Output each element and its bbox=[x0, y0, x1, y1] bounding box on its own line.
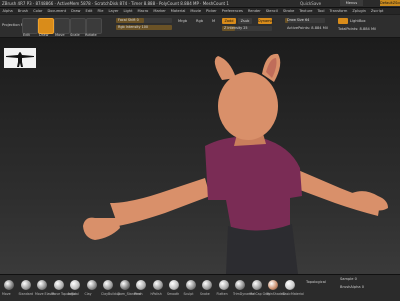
brush-clay-icon[interactable] bbox=[86, 280, 97, 290]
menu-item-alpha[interactable]: Alpha bbox=[0, 9, 15, 13]
title-bar: ZBrush 4R7 P3 · 8748866 · ActiveMem 5878… bbox=[0, 0, 400, 8]
menu-item-preferences[interactable]: Preferences bbox=[219, 9, 245, 13]
brush-hpolish-icon[interactable] bbox=[152, 280, 163, 290]
brush-snake-icon[interactable] bbox=[202, 280, 212, 290]
scale-button[interactable] bbox=[70, 18, 86, 34]
menu-bar: Alpha Brush Color Document Draw Edit File Layer… bbox=[0, 8, 400, 14]
menu-item-layer[interactable]: Layer bbox=[106, 9, 121, 13]
total-points-readout: TotalPoints: 8.884 Mil bbox=[338, 27, 377, 31]
focal-shift-slider[interactable]: Focal Shift 0 bbox=[116, 18, 172, 23]
character-model bbox=[83, 53, 388, 274]
brush-claybuildup-icon[interactable] bbox=[103, 280, 113, 290]
draw-label: Draw bbox=[39, 33, 49, 37]
quicksave-button[interactable]: QuickSave bbox=[300, 0, 321, 7]
topological-label[interactable]: Topological bbox=[306, 280, 326, 284]
left-hand bbox=[83, 217, 120, 240]
head bbox=[218, 72, 278, 140]
tool-shelf: Projection Master Edit Draw Move Scale R… bbox=[0, 15, 400, 38]
left-arm bbox=[110, 178, 210, 226]
brush-dam-standard-icon[interactable] bbox=[119, 280, 130, 290]
menu-item-file[interactable]: File bbox=[95, 9, 106, 13]
canvas-viewport[interactable] bbox=[0, 38, 400, 274]
zsub-button[interactable]: Zsub bbox=[238, 18, 252, 24]
brush-label: Clay bbox=[84, 292, 92, 296]
menu-item-stencil[interactable]: Stencil bbox=[263, 9, 280, 13]
brush-label: Smooth bbox=[167, 292, 180, 296]
edit-label: Edit bbox=[23, 33, 30, 37]
brush-label: Pinch bbox=[134, 292, 143, 296]
scale-label: Scale bbox=[70, 33, 80, 37]
left-ear bbox=[214, 56, 236, 80]
brush-label: Sculpt bbox=[183, 292, 194, 296]
default-zscript-button[interactable]: DefaultZScript bbox=[380, 0, 400, 6]
draw-size-slider[interactable]: Draw Size 64 bbox=[285, 18, 325, 23]
menu-item-transform[interactable]: Transform bbox=[327, 9, 350, 13]
rgb-intensity-slider[interactable]: Rgb Intensity 100 bbox=[116, 25, 172, 30]
brush-label: Inflat bbox=[68, 292, 77, 296]
menu-item-texture[interactable]: Texture bbox=[297, 9, 315, 13]
brush-move-elastic-icon[interactable] bbox=[37, 280, 47, 290]
rgb-button[interactable]: Rgb bbox=[196, 19, 203, 23]
menu-item-brush[interactable]: Brush bbox=[15, 9, 30, 13]
move-label: Move bbox=[55, 33, 65, 37]
menu-item-draw[interactable]: Draw bbox=[69, 9, 83, 13]
menu-item-macro[interactable]: Macro bbox=[135, 9, 151, 13]
menu-item-stroke[interactable]: Stroke bbox=[280, 9, 296, 13]
menu-item-material[interactable]: Material bbox=[168, 9, 188, 13]
brush-label: BasicMaterial bbox=[282, 292, 304, 296]
menu-item-light[interactable]: Light bbox=[121, 9, 135, 13]
active-brush-label: BrushAlpha 0 bbox=[340, 285, 365, 289]
menu-item-color[interactable]: Color bbox=[31, 9, 45, 13]
brush-flatten-icon[interactable] bbox=[218, 280, 229, 290]
brush-skinshade4-icon[interactable] bbox=[268, 280, 278, 290]
menu-item-edit[interactable]: Edit bbox=[83, 9, 95, 13]
brush-label: hPolish bbox=[150, 292, 162, 296]
rgb-intensity-text: Rgb Intensity 100 bbox=[118, 25, 149, 29]
focal-shift-text: Focal Shift 0 bbox=[118, 18, 139, 22]
draw-button[interactable] bbox=[38, 18, 54, 34]
rotate-button[interactable] bbox=[86, 18, 102, 34]
menus-toggle[interactable]: Menus bbox=[340, 0, 363, 6]
brush-standard-icon[interactable] bbox=[20, 280, 31, 290]
shirt bbox=[205, 136, 302, 235]
brush-label: Snake bbox=[200, 292, 210, 296]
z-intensity-slider[interactable]: Z Intensity 25 bbox=[222, 26, 272, 31]
lightbox-icon[interactable] bbox=[338, 18, 348, 24]
mrgb-button[interactable]: Mrgb bbox=[178, 19, 187, 23]
brush-label: Standard bbox=[18, 292, 34, 296]
brush-sculpt-icon[interactable] bbox=[185, 280, 196, 290]
menu-item-tool[interactable]: Tool bbox=[315, 9, 327, 13]
zadd-button[interactable]: Zadd bbox=[222, 18, 236, 24]
brush-label: Flatten bbox=[216, 292, 228, 296]
brush-basicmaterial-icon[interactable] bbox=[284, 280, 295, 290]
brush-matcap-gray-icon[interactable] bbox=[251, 280, 262, 290]
active-points-readout: ActivePoints: 8.884 Mil bbox=[287, 26, 328, 30]
menu-item-zscript[interactable]: Zscript bbox=[368, 9, 385, 13]
menu-item-movie[interactable]: Movie bbox=[188, 9, 204, 13]
pants bbox=[226, 224, 298, 274]
brush-label: Move bbox=[2, 292, 11, 296]
brush-smooth-icon[interactable] bbox=[169, 280, 179, 290]
menu-item-zplugin[interactable]: Zplugin bbox=[350, 9, 369, 13]
menu-item-picker[interactable]: Picker bbox=[204, 9, 220, 13]
move-button[interactable] bbox=[54, 18, 70, 34]
window-title: ZBrush 4R7 P3 · 8748866 · ActiveMem 5878… bbox=[2, 1, 229, 6]
lightbox-button[interactable]: LightBox bbox=[350, 19, 366, 23]
z-intensity-text: Z Intensity 25 bbox=[224, 26, 248, 30]
edit-button[interactable] bbox=[22, 18, 38, 34]
menu-item-document[interactable]: Document bbox=[45, 9, 69, 13]
brush-move-icon[interactable] bbox=[4, 280, 14, 290]
menu-item-render[interactable]: Render bbox=[245, 9, 263, 13]
brush-pinch-icon[interactable] bbox=[136, 280, 146, 290]
rotate-label: Rotate bbox=[85, 33, 97, 37]
draw-size-text: Draw Size 64 bbox=[287, 18, 310, 22]
sample-label: Sample 0 bbox=[340, 277, 357, 281]
m-button[interactable]: M bbox=[212, 19, 215, 23]
menu-item-marker[interactable]: Marker bbox=[151, 9, 168, 13]
dynamic-button[interactable]: Dynamic bbox=[258, 18, 273, 24]
brush-inflat-icon[interactable] bbox=[70, 280, 80, 290]
brush-trimdynamic-icon[interactable] bbox=[235, 280, 245, 290]
brush-move-topological-icon[interactable] bbox=[53, 280, 64, 290]
